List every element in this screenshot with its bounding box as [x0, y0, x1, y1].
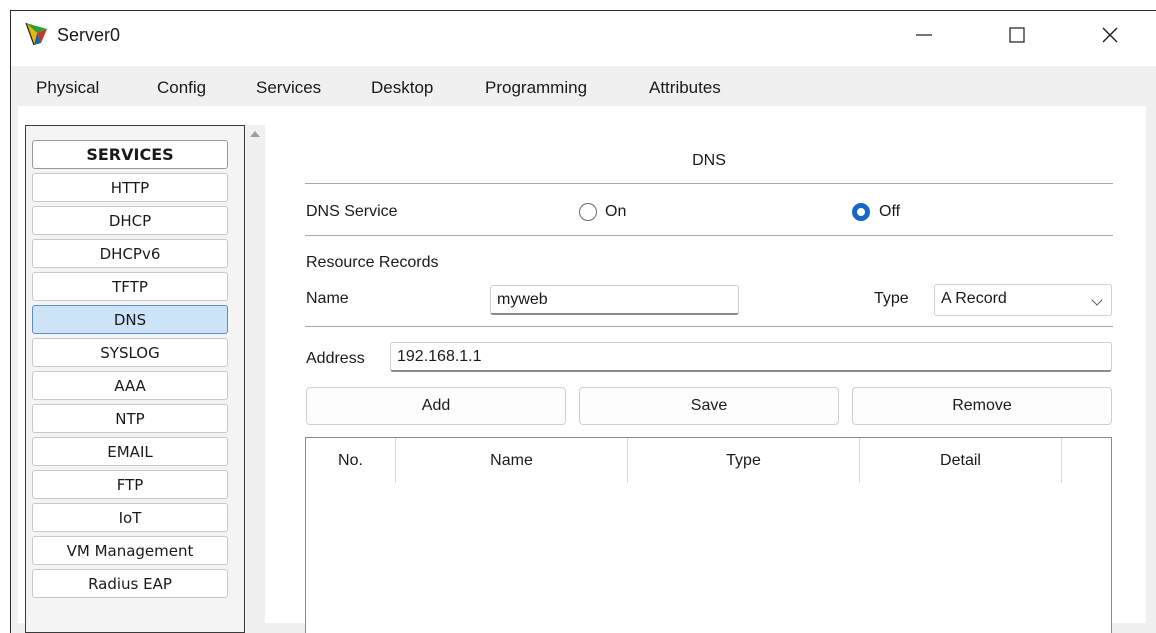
service-radius-eap[interactable]: Radius EAP [32, 569, 228, 598]
dns-off-label[interactable]: Off [879, 203, 900, 221]
window-title: Server0 [57, 25, 121, 45]
chevron-down-icon [1091, 294, 1103, 306]
address-input[interactable]: 192.168.1.1 [390, 342, 1112, 372]
maximize-icon [1009, 27, 1025, 43]
type-select-value: A Record [941, 290, 1007, 307]
records-table: No. Name Type Detail [305, 437, 1112, 633]
type-label: Type [874, 290, 909, 307]
tab-desktop[interactable]: Desktop [371, 78, 433, 98]
divider [305, 235, 1113, 236]
divider [305, 326, 1113, 327]
service-tftp[interactable]: TFTP [32, 272, 228, 301]
service-http[interactable]: HTTP [32, 173, 228, 202]
remove-button[interactable]: Remove [852, 387, 1112, 425]
title-bar[interactable]: Server0 [11, 11, 1156, 66]
divider [305, 183, 1113, 184]
service-dhcpv6[interactable]: DHCPv6 [32, 239, 228, 268]
minimize-button[interactable] [894, 11, 954, 59]
scroll-up-arrow-icon[interactable] [250, 131, 260, 137]
close-icon [1102, 27, 1118, 43]
service-ftp[interactable]: FTP [32, 470, 228, 499]
type-select[interactable]: A Record [934, 284, 1112, 316]
add-button[interactable]: Add [306, 387, 566, 425]
tab-services-label: Services [256, 78, 322, 97]
minimize-icon [916, 34, 932, 36]
service-vm-management[interactable]: VM Management [32, 536, 228, 565]
service-ntp[interactable]: NTP [32, 404, 228, 433]
services-header: SERVICES [32, 140, 228, 169]
tab-attributes[interactable]: Attributes [649, 78, 721, 98]
service-iot[interactable]: IoT [32, 503, 228, 532]
maximize-button[interactable] [987, 11, 1047, 59]
dns-on-label[interactable]: On [605, 203, 626, 221]
services-scrollbar[interactable] [245, 125, 265, 633]
column-header-name[interactable]: Name [396, 438, 628, 483]
packet-tracer-server-icon [25, 22, 47, 46]
dns-off-radio[interactable] [852, 203, 870, 221]
dns-on-radio[interactable] [579, 203, 597, 221]
dns-section-title: DNS [692, 152, 726, 169]
service-dns[interactable]: DNS [32, 305, 228, 334]
services-list: SERVICES HTTP DHCP DHCPv6 TFTP DNS SYSLO… [25, 125, 245, 633]
service-syslog[interactable]: SYSLOG [32, 338, 228, 367]
dns-service-label: DNS Service [306, 203, 398, 220]
tab-config[interactable]: Config [157, 78, 206, 98]
tab-programming[interactable]: Programming [485, 78, 587, 98]
name-label: Name [306, 290, 349, 307]
save-button[interactable]: Save [579, 387, 839, 425]
resource-records-label: Resource Records [306, 254, 439, 271]
service-aaa[interactable]: AAA [32, 371, 228, 400]
address-label: Address [306, 350, 365, 367]
close-button[interactable] [1080, 11, 1140, 59]
service-email[interactable]: EMAIL [32, 437, 228, 466]
column-header-type[interactable]: Type [628, 438, 860, 483]
tab-physical[interactable]: Physical [36, 78, 99, 98]
column-header-no[interactable]: No. [306, 438, 396, 483]
name-input[interactable]: myweb [490, 285, 739, 315]
service-dhcp[interactable]: DHCP [32, 206, 228, 235]
tab-services[interactable]: Services [248, 78, 330, 109]
column-header-detail[interactable]: Detail [860, 438, 1062, 483]
